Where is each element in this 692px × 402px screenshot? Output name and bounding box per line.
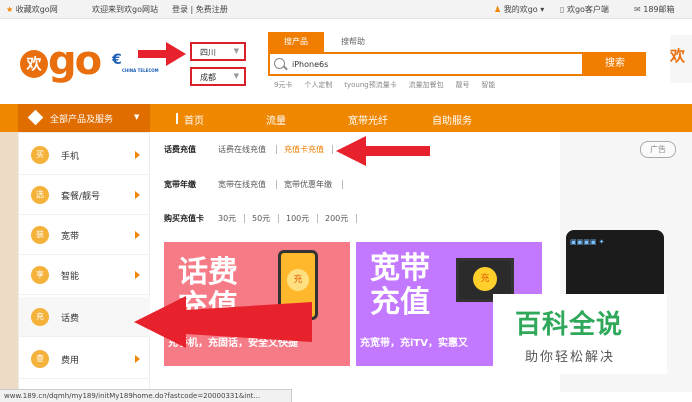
separator <box>244 214 245 223</box>
separator <box>278 214 279 223</box>
chevron-down-icon: ▼ <box>233 72 239 80</box>
welcome-text: 欢迎来到欢go网站 <box>92 5 158 14</box>
query-badge-icon: 查 <box>31 350 49 368</box>
separator <box>332 145 333 154</box>
search-input[interactable] <box>292 57 572 72</box>
top-bar: ★ 收藏欢go网 欢迎来到欢go网站 登录 | 免费注册 ♟ 我的欢go ▾ ▯… <box>0 0 692 19</box>
client-link[interactable]: ▯ 欢go客户端 <box>560 4 609 15</box>
separator <box>342 180 343 189</box>
chevron-right-icon <box>135 355 140 363</box>
all-products-menu[interactable]: 全部产品及服务 ▼ <box>18 104 150 132</box>
nav-self-service[interactable]: 自助服务 <box>432 112 472 127</box>
phone-icon: ▯ <box>560 5 565 14</box>
link-card-50[interactable]: 50元 <box>252 213 270 224</box>
category-sidebar: 买 手机 选 套餐/靓号 装 宽带 享 智能 充 话费 查 费用 <box>18 132 151 392</box>
diamond-icon <box>27 109 44 126</box>
separator <box>356 214 357 223</box>
red-arrow-left-large-icon <box>134 296 312 348</box>
link-card-recharge[interactable]: 充值卡充值 <box>284 144 324 155</box>
tab-search-products[interactable]: 搜产品 <box>268 32 324 52</box>
chevron-down-icon: ▼ <box>233 47 239 55</box>
link-broadband-annual[interactable]: 宽带优惠年缴 <box>284 179 332 190</box>
province-select[interactable]: 四川 ▼ <box>190 42 246 61</box>
sidebar-item-recharge[interactable]: 充 话费 <box>19 297 151 337</box>
coin-icon: 充 <box>473 267 497 291</box>
chevron-down-icon: ▼ <box>134 113 140 121</box>
mail-icon: ✉ <box>634 5 641 14</box>
separator <box>276 145 277 154</box>
link-online-recharge[interactable]: 话费在线充值 <box>218 144 266 155</box>
link-card-200[interactable]: 200元 <box>325 213 348 224</box>
sidebar-item-broadband[interactable]: 装 宽带 <box>19 215 151 255</box>
separator <box>317 214 318 223</box>
chevron-right-icon <box>135 271 140 279</box>
search-box <box>268 52 584 76</box>
install-badge-icon: 装 <box>31 226 49 244</box>
hot-word[interactable]: 智能 <box>481 80 495 90</box>
sidebar-item-plan[interactable]: 选 套餐/靓号 <box>19 175 151 215</box>
user-icon: ♟ <box>494 5 502 14</box>
separator <box>276 180 277 189</box>
hot-word[interactable]: 流量加餐包 <box>409 80 444 90</box>
recharge-badge-icon: 充 <box>31 308 49 326</box>
telecom-brand-icon: ▣▣▣▣ ✦ <box>570 238 605 246</box>
chevron-right-icon <box>135 231 140 239</box>
status-url-bar: www.189.cn/dqmh/my189/initMy189home.do?f… <box>0 389 292 402</box>
city-select[interactable]: 成都 ▼ <box>190 67 246 86</box>
login-register-link[interactable]: 登录 | 免费注册 <box>172 4 228 15</box>
enjoy-badge-icon: 享 <box>31 266 49 284</box>
nav-broadband[interactable]: 宽带光纤 <box>348 112 388 127</box>
my-huango-menu[interactable]: ♟ 我的欢go ▾ <box>494 4 544 15</box>
coin-icon: 充 <box>287 269 309 291</box>
chevron-right-icon <box>135 191 140 199</box>
hot-word[interactable]: 9元卡 <box>274 80 292 90</box>
search-button[interactable]: 搜索 <box>584 52 646 76</box>
china-telecom-logo: € CHINA TELECOM <box>112 52 159 73</box>
link-card-30[interactable]: 30元 <box>218 213 236 224</box>
row-title-phone-recharge: 话费充值 <box>164 145 196 154</box>
nav-divider <box>176 113 178 124</box>
link-broadband-online[interactable]: 宽带在线充值 <box>218 179 266 190</box>
ad-label: 广告 <box>640 141 676 158</box>
chevron-right-icon <box>135 151 140 159</box>
star-icon: ★ <box>6 5 14 14</box>
sidebar-item-phone[interactable]: 买 手机 <box>19 135 151 175</box>
hot-word[interactable]: 靓号 <box>455 80 469 90</box>
favorite-link[interactable]: ★ 收藏欢go网 <box>6 4 58 15</box>
site-logo[interactable]: 欢 go <box>18 38 106 94</box>
hot-words: 9元卡 个人定制 tyoung预流量卡 流量加餐包 靓号 智能 <box>274 80 574 90</box>
hot-word[interactable]: 个人定制 <box>304 80 332 90</box>
nav-home[interactable]: 首页 <box>184 112 204 127</box>
link-card-100[interactable]: 100元 <box>286 213 309 224</box>
left-background <box>0 132 18 392</box>
nav-traffic[interactable]: 流量 <box>266 112 286 127</box>
telecom-swirl-icon: € <box>112 52 122 68</box>
mail-link[interactable]: ✉ 189邮箱 <box>634 4 675 15</box>
tab-search-help[interactable]: 搜帮助 <box>330 32 376 52</box>
sidebar-item-smart[interactable]: 享 智能 <box>19 255 151 295</box>
hot-word[interactable]: tyoung预流量卡 <box>344 80 397 90</box>
right-edge-logo: 欢 <box>670 35 692 83</box>
row-title-buy-card: 购买充值卡 <box>164 214 204 223</box>
row-title-broadband-annual: 宽带年缴 <box>164 180 196 189</box>
select-badge-icon: 选 <box>31 186 49 204</box>
sidebar-item-bill[interactable]: 查 费用 <box>19 339 151 379</box>
watermark: 百科全说 助你轻松解决 <box>493 294 667 374</box>
buy-badge-icon: 买 <box>31 146 49 164</box>
red-arrow-right-icon <box>138 42 186 66</box>
red-arrow-left-icon <box>336 136 430 166</box>
search-icon <box>274 58 285 69</box>
